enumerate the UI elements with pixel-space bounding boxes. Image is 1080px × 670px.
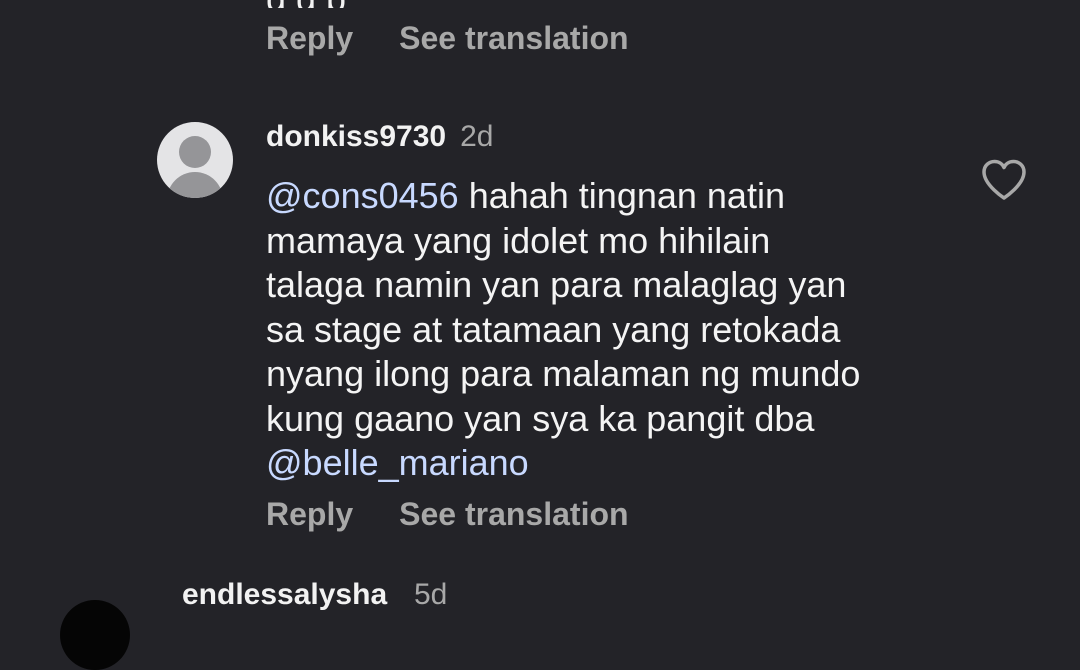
comment-line-5: nyang ilong para malaman ng mundo <box>266 353 861 394</box>
reply-button[interactable]: Reply <box>266 496 353 533</box>
see-translation-button[interactable]: See translation <box>399 496 628 533</box>
comment-line-1: @cons0456 hahah tingnan natin <box>266 174 946 219</box>
default-avatar-body <box>167 172 223 198</box>
comment-line-2: mamaya yang idolet mo hihilain <box>266 219 771 261</box>
previous-comment-text: g g p <box>266 0 346 8</box>
reply-button[interactable]: Reply <box>266 20 353 57</box>
default-avatar-head <box>179 136 211 168</box>
avatar[interactable] <box>157 122 233 198</box>
comment-body: @cons0456 hahah tingnan natin mamaya yan… <box>266 174 946 486</box>
comment-time: 2d <box>460 120 494 153</box>
comment-line-7: @belle_mariano <box>266 441 946 486</box>
comment-time: 5d <box>414 578 448 611</box>
comment-line-3: talaga namin yan para malaglag yan <box>266 264 847 305</box>
comment-line-6: kung gaano yan sya ka pangit dba <box>266 397 815 439</box>
mention-link[interactable]: @belle_mariano <box>266 442 529 483</box>
heart-outline-icon[interactable] <box>980 158 1028 202</box>
comment-username[interactable]: donkiss9730 <box>266 120 446 154</box>
comment-line-4: sa stage at tatamaan yang retokada <box>266 308 841 350</box>
comment-header: donkiss9730 2d <box>266 120 493 154</box>
comment-username[interactable]: endlessalysha <box>182 578 387 612</box>
comment-text-segment: hahah tingnan natin <box>458 175 785 216</box>
previous-comment-actions: Reply See translation <box>266 20 629 57</box>
avatar[interactable] <box>60 600 130 670</box>
see-translation-button[interactable]: See translation <box>399 20 628 57</box>
previous-comment-text-fragment: g g p <box>266 0 566 8</box>
mention-link[interactable]: @cons0456 <box>266 175 459 216</box>
next-comment-item: endlessalysha 5d <box>0 578 1080 670</box>
comment-actions: Reply See translation <box>266 496 629 533</box>
